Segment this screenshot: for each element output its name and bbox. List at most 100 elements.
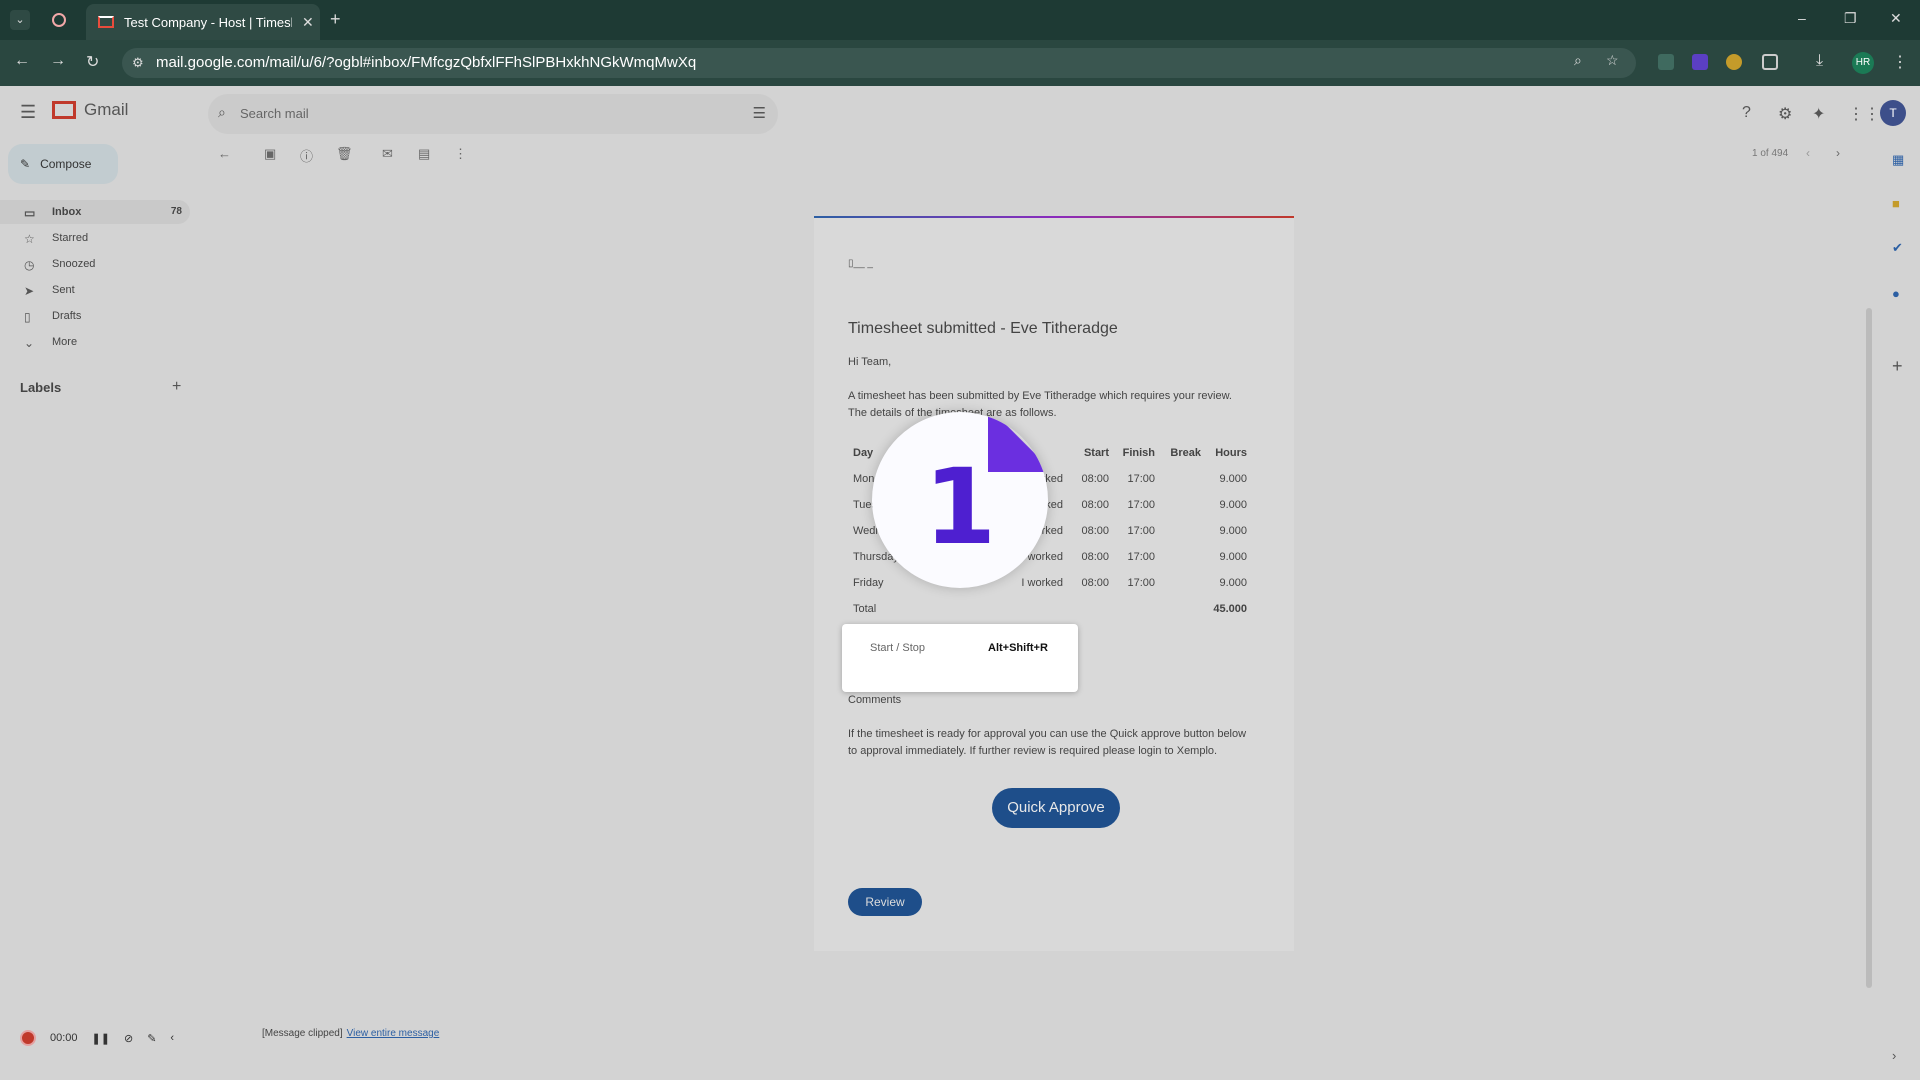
- zoom-icon[interactable]: ⌕: [1574, 52, 1582, 69]
- gemini-sparkle-icon[interactable]: ✦: [1812, 104, 1825, 124]
- add-label-icon[interactable]: +: [172, 378, 181, 396]
- table-cell: 17:00: [1127, 525, 1155, 537]
- calendar-icon[interactable]: ▦: [1892, 152, 1904, 168]
- unread-count: 78: [170, 206, 182, 217]
- bookmark-star-icon[interactable]: ☆: [1606, 52, 1619, 69]
- gmail-logo[interactable]: Gmail: [52, 100, 128, 120]
- table-cell: 9.000: [1219, 499, 1247, 511]
- table-cell: [998, 596, 1068, 622]
- sidebar-item-starred[interactable]: ☆ Starred: [0, 226, 190, 250]
- report-spam-icon[interactable]: ⓘ: [300, 146, 313, 165]
- new-tab-button[interactable]: +: [330, 9, 341, 30]
- email-intro-line1: A timesheet has been submitted by Eve Ti…: [848, 390, 1232, 402]
- search-options-icon[interactable]: ☰: [753, 104, 766, 122]
- browser-tab[interactable]: Test Company - Host | Timeshe ✕: [86, 4, 320, 40]
- delete-icon[interactable]: 🗑: [336, 146, 353, 162]
- table-cell: [1160, 596, 1206, 622]
- tooltip-shortcut: Alt+Shift+R: [988, 642, 1048, 654]
- close-tab-icon[interactable]: ✕: [302, 14, 314, 31]
- archive-icon[interactable]: ▣: [264, 146, 276, 162]
- compose-label: Compose: [40, 157, 92, 171]
- search-icon[interactable]: ⌕: [218, 104, 226, 121]
- star-icon: ☆: [24, 232, 35, 246]
- table-cell: I worked: [1021, 577, 1063, 589]
- view-entire-message-link[interactable]: View entire message: [347, 1028, 440, 1039]
- tab-title: Test Company - Host | Timeshe: [124, 14, 292, 30]
- compose-button[interactable]: ✎ Compose: [8, 144, 118, 184]
- column-header: Finish: [1122, 447, 1155, 459]
- email-greeting: Hi Team,: [848, 356, 892, 368]
- quick-approve-button[interactable]: Quick Approve: [992, 788, 1120, 828]
- mute-icon[interactable]: ⊘: [124, 1032, 133, 1045]
- message-clipped-note: [Message clipped] View entire message: [262, 1028, 439, 1039]
- move-to-icon[interactable]: ▤: [418, 146, 430, 162]
- table-cell: 9.000: [1219, 551, 1247, 563]
- table-cell: 08:00: [1081, 525, 1109, 537]
- table-row: Friday I worked 08:00 17:00 9.000: [848, 570, 1252, 596]
- sidebar-item-label: Starred: [52, 232, 89, 244]
- close-window-button[interactable]: ✕: [1890, 10, 1902, 27]
- account-avatar[interactable]: T: [1880, 100, 1906, 126]
- shortcut-tooltip: Start / Stop Alt+Shift+R: [842, 624, 1078, 692]
- inbox-icon: ▭: [24, 206, 36, 220]
- search-input[interactable]: Search mail: [240, 106, 309, 121]
- main-menu-icon[interactable]: ☰: [20, 102, 36, 123]
- recorder-controls: 00:00 ❚❚ ⊘ ✎ ‹: [20, 1026, 174, 1050]
- record-icon[interactable]: [20, 1030, 36, 1046]
- extension-icon[interactable]: [1658, 54, 1674, 70]
- review-button[interactable]: Review: [848, 888, 922, 916]
- table-cell: 9.000: [1219, 577, 1247, 589]
- column-header: Start: [1083, 447, 1109, 459]
- back-icon[interactable]: ←: [14, 52, 30, 70]
- sidebar-item-snoozed[interactable]: ◷ Snoozed: [0, 252, 190, 276]
- table-cell: [1160, 570, 1206, 596]
- sidebar-item-inbox[interactable]: ▭ Inbox 78: [0, 200, 190, 224]
- pause-icon[interactable]: ❚❚: [92, 1032, 110, 1045]
- get-addons-icon[interactable]: +: [1892, 356, 1903, 377]
- table-cell: 08:00: [1081, 499, 1109, 511]
- sidebar-item-drafts[interactable]: ▯ Drafts: [0, 304, 190, 328]
- back-to-inbox-icon[interactable]: ←: [218, 146, 231, 161]
- profile-avatar[interactable]: HR: [1852, 52, 1874, 74]
- extensions-puzzle-icon[interactable]: [1762, 54, 1778, 70]
- expand-side-panel-icon[interactable]: ›: [1892, 1048, 1896, 1063]
- site-info-icon[interactable]: ⚙: [132, 55, 144, 71]
- mark-unread-icon[interactable]: ✉: [382, 146, 393, 162]
- email-title: Timesheet submitted - Eve Titheradge: [848, 320, 1118, 337]
- table-total-row: Total 45.000: [848, 596, 1252, 622]
- settings-gear-icon[interactable]: ⚙: [1778, 104, 1792, 124]
- address-bar[interactable]: ⚙ mail.google.com/mail/u/6/?ogbl#inbox/F…: [122, 48, 1636, 78]
- labels-heading: Labels: [20, 380, 62, 395]
- apps-grid-icon[interactable]: ⋮⋮: [1848, 104, 1880, 124]
- browser-menu-icon[interactable]: ⋮: [1892, 52, 1908, 72]
- download-icon[interactable]: ⤓: [1816, 52, 1823, 70]
- search-bar[interactable]: ⌕ Search mail ☰: [208, 94, 778, 134]
- more-actions-icon[interactable]: ⋮: [454, 146, 467, 162]
- scrollbar[interactable]: [1866, 308, 1872, 988]
- total-label: Total: [853, 603, 877, 615]
- keep-icon[interactable]: ■: [1892, 196, 1900, 211]
- approve-instructions-line1: If the timesheet is ready for approval y…: [848, 728, 1247, 740]
- reload-icon[interactable]: ↻: [86, 52, 99, 72]
- table-cell: 08:00: [1081, 473, 1109, 485]
- draw-pencil-icon[interactable]: ✎: [147, 1032, 156, 1045]
- contacts-icon[interactable]: ●: [1892, 286, 1900, 301]
- sidebar-item-more[interactable]: ⌄ More: [0, 330, 190, 354]
- gmail-favicon-icon: [98, 16, 114, 28]
- restore-button[interactable]: ❐: [1844, 10, 1857, 27]
- extension-icon[interactable]: [1692, 54, 1708, 70]
- collapse-icon[interactable]: ‹: [170, 1032, 174, 1044]
- minimize-button[interactable]: –: [1798, 10, 1806, 26]
- newer-icon[interactable]: ›: [1836, 146, 1840, 160]
- help-icon[interactable]: ?: [1742, 104, 1751, 122]
- recording-indicator-icon: [52, 13, 66, 27]
- forward-icon[interactable]: →: [50, 52, 66, 70]
- tasks-icon[interactable]: ✔: [1892, 240, 1903, 256]
- older-icon[interactable]: ‹: [1806, 146, 1810, 160]
- sidebar-item-label: Snoozed: [52, 258, 96, 270]
- sidebar-item-sent[interactable]: ➤ Sent: [0, 278, 190, 302]
- column-header: Hours: [1215, 447, 1247, 459]
- step-number: 1: [923, 446, 997, 568]
- tab-search-button[interactable]: ⌄: [10, 10, 30, 30]
- extension-icon[interactable]: [1726, 54, 1742, 70]
